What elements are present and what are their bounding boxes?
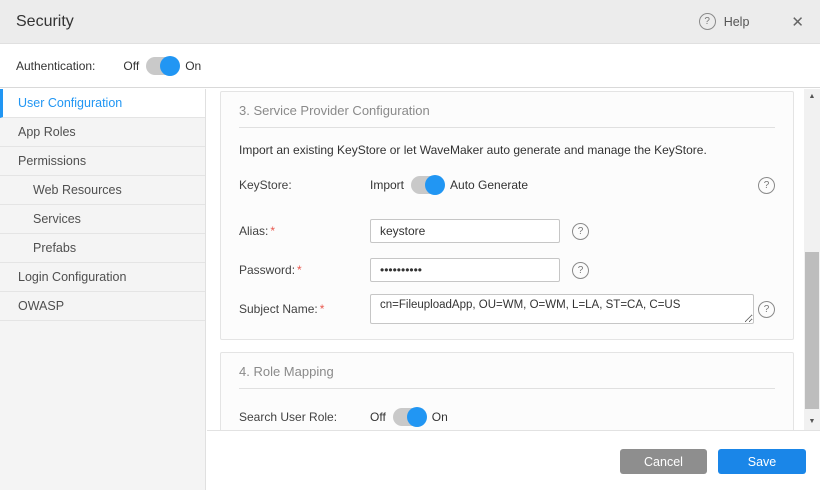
- sidebar-item-user-configuration[interactable]: User Configuration: [0, 89, 205, 118]
- authentication-on-label: On: [185, 59, 201, 73]
- sidebar-item-login-configuration[interactable]: Login Configuration: [0, 263, 205, 292]
- password-help-icon[interactable]: ?: [572, 262, 589, 279]
- authentication-off-label: Off: [123, 59, 139, 73]
- keystore-label: KeyStore:: [239, 178, 370, 192]
- sidebar-item-label: Prefabs: [33, 241, 76, 255]
- sidebar-item-owasp[interactable]: OWASP: [0, 292, 205, 321]
- header-actions: ? Help ✕: [699, 13, 804, 31]
- sidebar-item-label: App Roles: [18, 125, 76, 139]
- help-link[interactable]: Help: [724, 15, 750, 29]
- alias-label: Alias:*: [239, 224, 370, 238]
- sidebar-item-label: Services: [33, 212, 81, 226]
- service-provider-configuration-section: 3. Service Provider Configuration Import…: [220, 91, 794, 340]
- help-icon[interactable]: ?: [699, 13, 716, 30]
- password-input[interactable]: [370, 258, 560, 282]
- search-user-role-row: Search User Role: Off On: [239, 408, 775, 426]
- scroll-down-icon[interactable]: ▼: [804, 415, 820, 429]
- authentication-label: Authentication:: [16, 59, 95, 73]
- keystore-toggle[interactable]: [411, 176, 443, 194]
- required-asterisk: *: [270, 224, 275, 238]
- scroll-up-icon[interactable]: ▲: [804, 90, 820, 104]
- sidebar-item-label: OWASP: [18, 299, 64, 313]
- authentication-bar: Authentication: Off On: [0, 44, 820, 88]
- keystore-import-label: Import: [370, 178, 404, 192]
- dialog-header: Security ? Help ✕: [0, 0, 820, 44]
- keystore-description: Import an existing KeyStore or let WaveM…: [239, 143, 775, 157]
- content-footer-divider: [207, 430, 820, 431]
- sidebar-item-label: Web Resources: [33, 183, 122, 197]
- alias-row: Alias:* ?: [239, 219, 775, 243]
- required-asterisk: *: [297, 263, 302, 277]
- settings-sidebar: User Configuration App Roles Permissions…: [0, 89, 206, 490]
- section-title: 4. Role Mapping: [239, 353, 775, 379]
- search-user-role-off-label: Off: [370, 410, 386, 424]
- sidebar-item-label: Login Configuration: [18, 270, 126, 284]
- toggle-knob: [407, 407, 427, 427]
- sidebar-item-web-resources[interactable]: Web Resources: [0, 176, 205, 205]
- password-row: Password:* ?: [239, 258, 775, 282]
- required-asterisk: *: [320, 302, 325, 316]
- toggle-knob: [425, 175, 445, 195]
- sidebar-item-app-roles[interactable]: App Roles: [0, 118, 205, 147]
- search-user-role-toggle[interactable]: [393, 408, 425, 426]
- search-user-role-on-label: On: [432, 410, 448, 424]
- keystore-auto-generate-label: Auto Generate: [450, 178, 528, 192]
- page-title: Security: [16, 13, 74, 31]
- role-mapping-section: 4. Role Mapping Search User Role: Off On: [220, 352, 794, 430]
- toggle-knob: [160, 56, 180, 76]
- cancel-button[interactable]: Cancel: [620, 449, 707, 474]
- password-label: Password:*: [239, 263, 370, 277]
- scroll-viewport: 3. Service Provider Configuration Import…: [207, 89, 803, 430]
- footer-actions: Cancel Save: [620, 449, 806, 474]
- sidebar-item-prefabs[interactable]: Prefabs: [0, 234, 205, 263]
- sidebar-item-label: User Configuration: [18, 96, 122, 110]
- close-icon[interactable]: ✕: [791, 13, 804, 31]
- subject-name-label: Subject Name:*: [239, 302, 370, 316]
- search-user-role-label: Search User Role:: [239, 410, 370, 424]
- sidebar-item-services[interactable]: Services: [0, 205, 205, 234]
- keystore-row: KeyStore: Import Auto Generate ?: [239, 176, 775, 194]
- vertical-scrollbar[interactable]: ▲ ▼: [804, 89, 820, 430]
- save-button[interactable]: Save: [718, 449, 806, 474]
- scrollbar-thumb[interactable]: [805, 252, 819, 409]
- section-title: 3. Service Provider Configuration: [239, 92, 775, 118]
- keystore-help-icon[interactable]: ?: [758, 177, 775, 194]
- main-content: 3. Service Provider Configuration Import…: [207, 89, 820, 490]
- authentication-toggle[interactable]: [146, 57, 178, 75]
- alias-help-icon[interactable]: ?: [572, 223, 589, 240]
- subject-name-help-icon[interactable]: ?: [758, 301, 775, 318]
- subject-name-textarea[interactable]: cn=FileuploadApp, OU=WM, O=WM, L=LA, ST=…: [370, 294, 754, 324]
- subject-name-row: Subject Name:* cn=FileuploadApp, OU=WM, …: [239, 294, 775, 324]
- security-dialog: Security ? Help ✕ Authentication: Off On…: [0, 0, 820, 490]
- sidebar-item-label: Permissions: [18, 154, 86, 168]
- section-divider: [239, 388, 775, 389]
- sidebar-item-permissions[interactable]: Permissions: [0, 147, 205, 176]
- alias-input[interactable]: [370, 219, 560, 243]
- section-divider: [239, 127, 775, 128]
